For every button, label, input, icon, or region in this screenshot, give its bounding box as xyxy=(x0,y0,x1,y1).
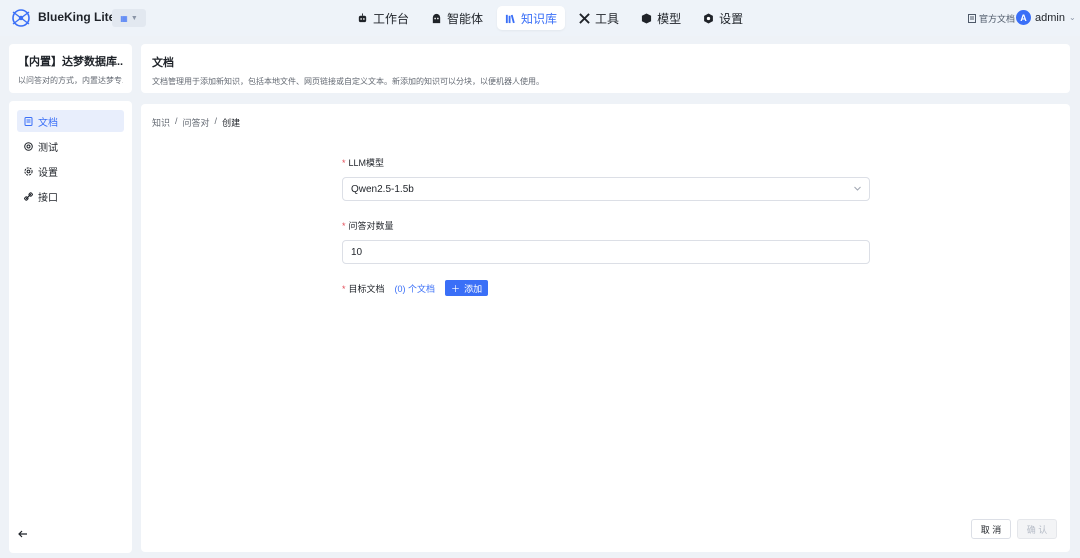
gear-icon xyxy=(704,12,713,24)
doc-icon xyxy=(968,14,976,23)
agent-icon xyxy=(432,13,441,23)
arrow-left-icon[interactable] xyxy=(17,528,29,540)
app-switcher[interactable]: ▦ ▼ xyxy=(112,9,146,27)
required-mark: * xyxy=(342,221,346,231)
nav-item-models[interactable]: 模型 xyxy=(633,6,689,30)
nav-item-settings[interactable]: 设置 xyxy=(695,6,751,30)
qa-create-form: * LLM模型 Qwen2.5-1.5b * 问答对数量 10 * 目标文档 (0) … xyxy=(342,156,870,296)
nav-label: 模型 xyxy=(657,11,682,26)
sidebar: 文档 测试 设置 接口 xyxy=(9,101,132,553)
settings-icon xyxy=(24,166,33,176)
breadcrumb-qa[interactable]: 问答对 xyxy=(183,116,210,129)
llm-model-value: Qwen2.5-1.5b xyxy=(351,183,414,195)
required-mark: * xyxy=(342,283,346,294)
sidebar-item-settings[interactable]: 设置 xyxy=(17,160,124,182)
kb-title: 【内置】达梦数据库... xyxy=(18,56,123,68)
main-nav: 工作台 智能体 知识库 工具 模型 设置 xyxy=(349,6,751,30)
avatar: A xyxy=(1016,10,1031,25)
sidebar-item-test[interactable]: 测试 xyxy=(17,135,124,157)
nav-item-tools[interactable]: 工具 xyxy=(571,6,627,30)
plus-icon: ＋ xyxy=(451,283,461,294)
nav-label: 知识库 xyxy=(521,11,558,26)
document-icon xyxy=(24,116,33,126)
tools-icon xyxy=(579,12,590,24)
qa-count-input[interactable]: 10 xyxy=(342,240,870,264)
nav-item-knowledge[interactable]: 知识库 xyxy=(497,6,566,30)
breadcrumb-create: 创建 xyxy=(222,118,241,128)
knowledge-base-card: 【内置】达梦数据库... 以问答对的方式，内置达梦专... xyxy=(9,44,132,93)
docs-label: 官方文档 xyxy=(979,14,1016,24)
grid-icon: ▦ xyxy=(120,13,128,23)
main-panel: 知识 / 问答对 / 创建 * LLM模型 Qwen2.5-1.5b * 问答对数量… xyxy=(141,104,1070,552)
brand-name: BlueKing Lite xyxy=(38,10,116,24)
breadcrumb-separator: / xyxy=(214,116,218,126)
page-title: 文档 xyxy=(152,57,174,69)
nav-label: 工具 xyxy=(595,11,620,26)
link-icon xyxy=(24,191,33,201)
required-mark: * xyxy=(342,158,346,168)
sidebar-item-api[interactable]: 接口 xyxy=(17,185,124,207)
target-docs-count[interactable]: (0) 个文档 xyxy=(395,282,436,295)
qa-count-label: * 问答对数量 xyxy=(342,219,870,232)
llm-model-select[interactable]: Qwen2.5-1.5b xyxy=(342,177,870,201)
section-header: 文档 文档管理用于添加新知识，包括本地文件、网页链接或自定义文本。新添加的知识可… xyxy=(141,44,1070,93)
sidebar-item-label: 接口 xyxy=(38,192,58,204)
blueking-logo-icon[interactable] xyxy=(10,7,32,29)
library-icon xyxy=(505,14,515,23)
qa-count-value: 10 xyxy=(351,246,363,258)
add-document-button[interactable]: ＋ 添加 xyxy=(445,280,489,296)
robot-icon xyxy=(358,12,367,22)
sidebar-item-documents[interactable]: 文档 xyxy=(17,110,124,132)
kb-description: 以问答对的方式，内置达梦专... xyxy=(18,76,123,85)
llm-model-label-text: LLM模型 xyxy=(348,158,385,168)
cancel-button[interactable]: 取 消 xyxy=(971,519,1011,539)
cube-icon xyxy=(641,12,652,24)
target-docs-label-text: 目标文档 xyxy=(348,283,385,294)
confirm-button[interactable]: 确 认 xyxy=(1017,519,1057,539)
chevron-down-icon: ⌄ xyxy=(1068,13,1076,22)
top-bar: BlueKing Lite ▦ ▼ 工作台 智能体 知识库 工具 模型 设置 官… xyxy=(0,0,1080,36)
username: admin xyxy=(1035,11,1065,24)
breadcrumb-knowledge[interactable]: 知识 xyxy=(152,116,170,129)
sidebar-item-label: 测试 xyxy=(38,142,58,154)
breadcrumb: 知识 / 问答对 / 创建 xyxy=(152,116,240,129)
official-docs-link[interactable]: 官方文档 xyxy=(968,12,1015,25)
test-icon xyxy=(24,141,33,151)
sidebar-item-label: 文档 xyxy=(38,117,58,129)
nav-label: 工作台 xyxy=(373,11,410,26)
target-docs-row: * 目标文档 (0) 个文档 ＋ 添加 xyxy=(342,280,870,296)
nav-label: 智能体 xyxy=(447,11,484,26)
nav-item-workbench[interactable]: 工作台 xyxy=(349,6,417,30)
target-docs-label: * 目标文档 xyxy=(342,282,385,295)
sidebar-item-label: 设置 xyxy=(38,167,58,179)
page-description: 文档管理用于添加新知识，包括本地文件、网页链接或自定义文本。新添加的知识可以分块… xyxy=(152,77,544,86)
nav-item-agents[interactable]: 智能体 xyxy=(423,6,491,30)
user-menu[interactable]: A admin ⌄ xyxy=(1016,10,1076,25)
add-button-label: 添加 xyxy=(464,283,483,294)
breadcrumb-separator: / xyxy=(175,116,178,126)
llm-model-label: * LLM模型 xyxy=(342,156,870,169)
qa-count-label-text: 问答对数量 xyxy=(348,221,394,231)
chevron-down-icon: ▼ xyxy=(130,14,138,22)
chevron-down-icon xyxy=(854,186,861,191)
nav-label: 设置 xyxy=(719,11,744,26)
